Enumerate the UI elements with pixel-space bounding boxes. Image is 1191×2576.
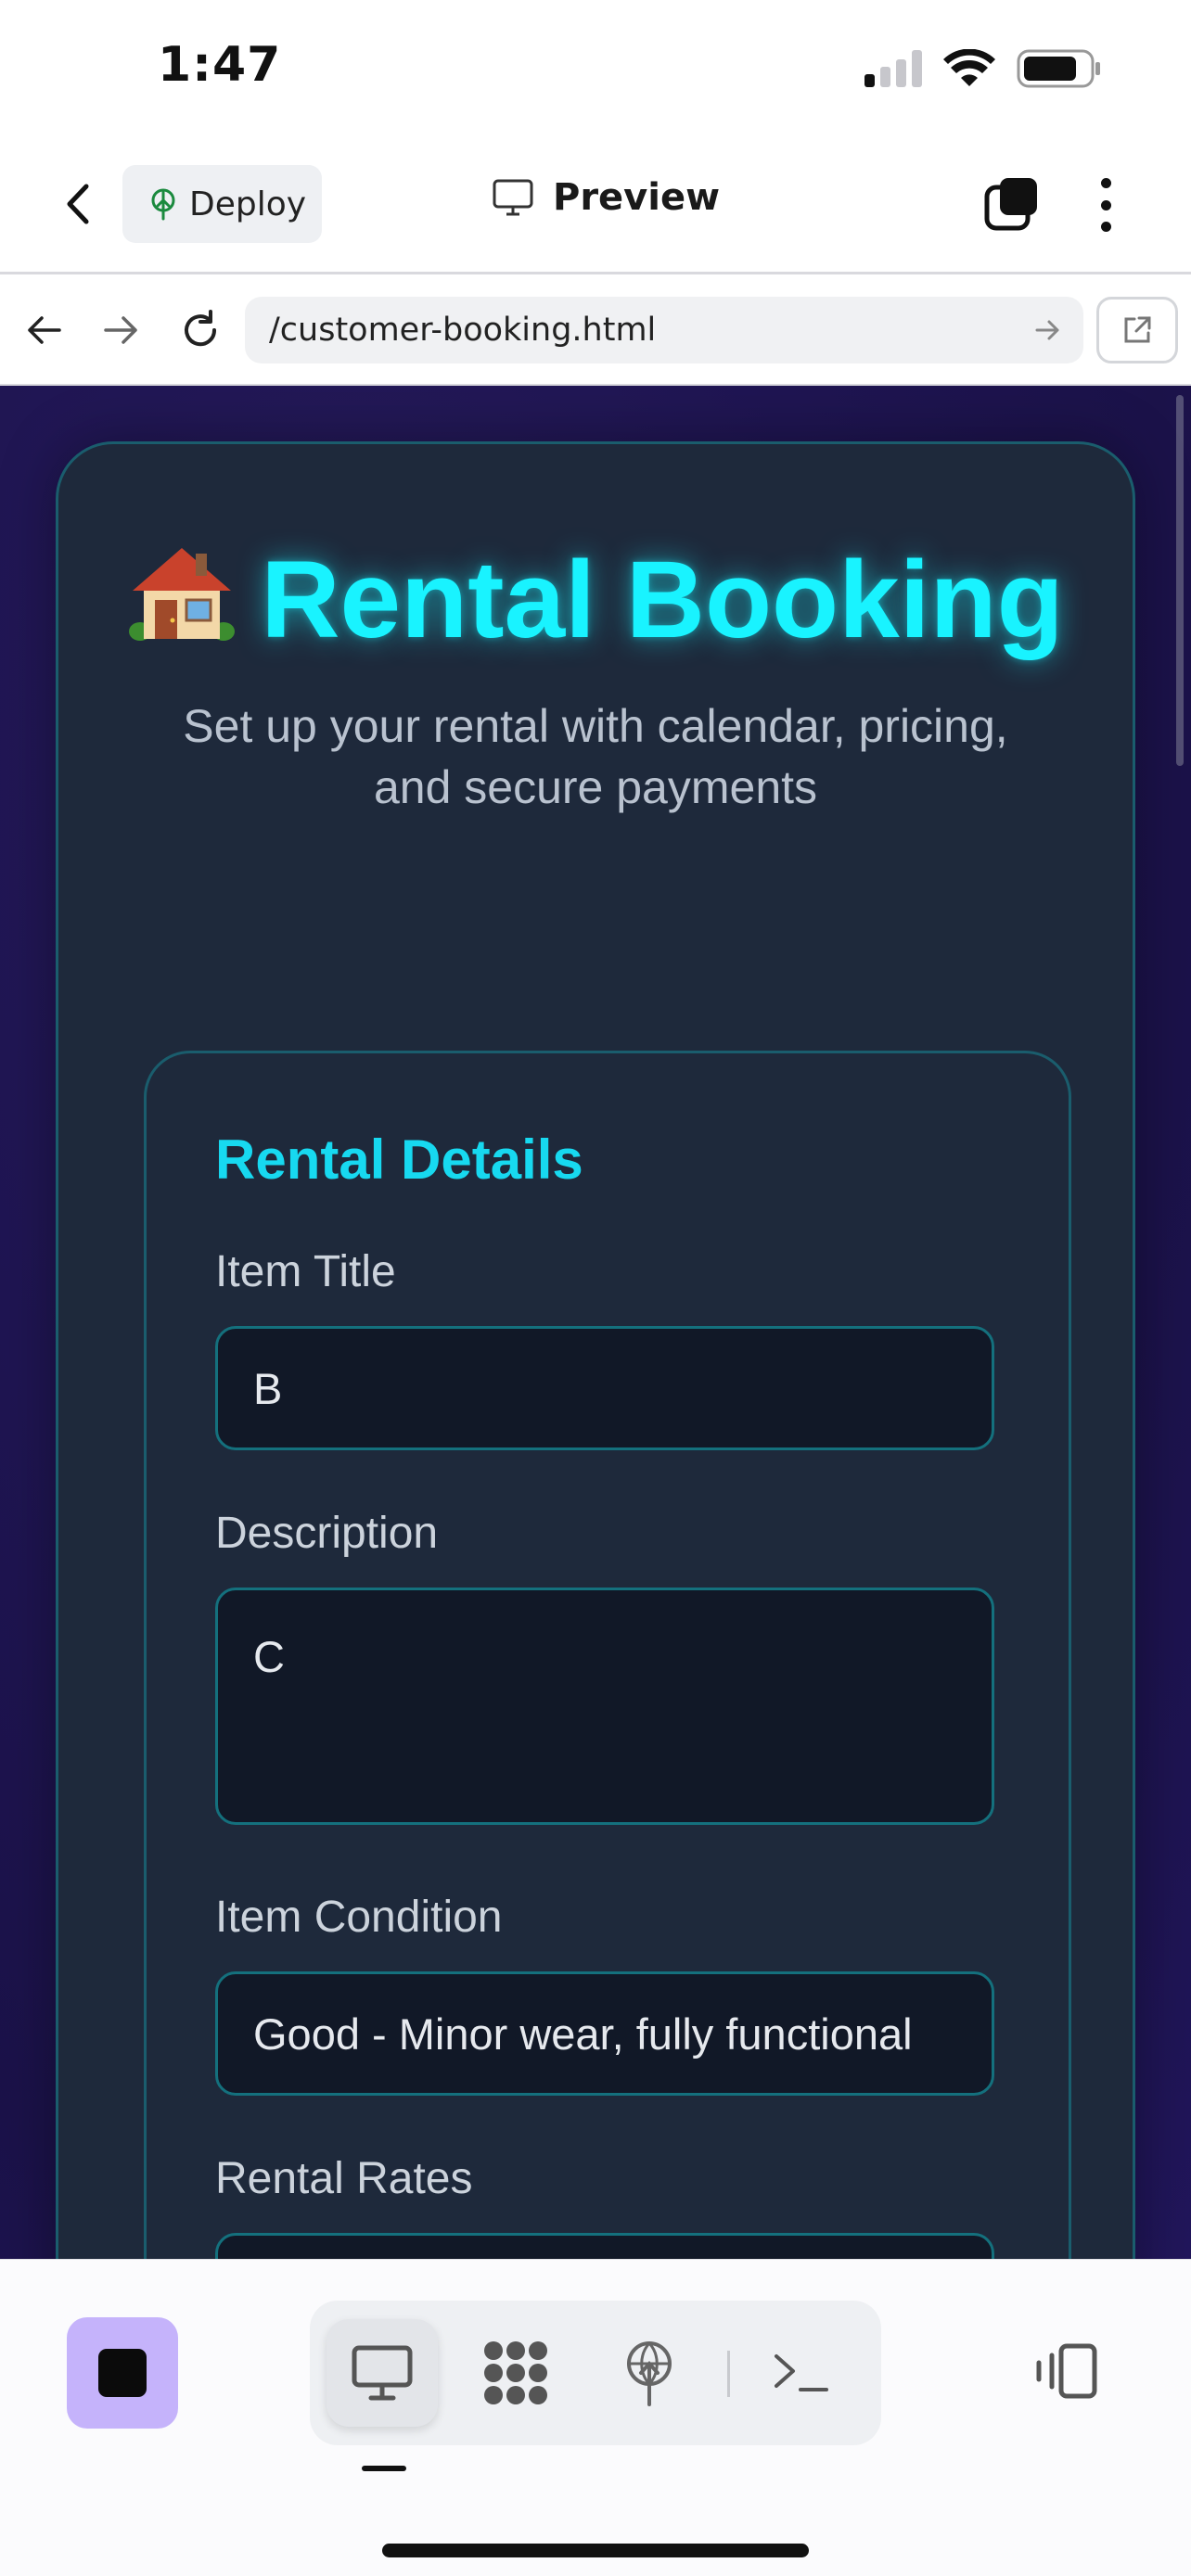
app-toolbar: Deploy Preview xyxy=(0,139,1191,274)
status-bar: 1:47 xyxy=(0,0,1191,139)
rental-rates-input[interactable] xyxy=(215,2233,994,2259)
hero-subtitle: Set up your rental with calendar, pricin… xyxy=(183,700,1008,813)
hero-title-text: Rental Booking xyxy=(261,539,1064,661)
terminal-view-button[interactable] xyxy=(746,2319,857,2427)
active-view-indicator xyxy=(362,2466,406,2471)
back-chevron-icon xyxy=(67,184,89,224)
status-icons xyxy=(864,48,1102,89)
view-switcher xyxy=(310,2301,881,2445)
web-content[interactable]: Rental Booking Set up your rental with c… xyxy=(0,386,1191,2259)
description-label: Description xyxy=(215,1509,439,1558)
tabs-icon xyxy=(984,178,1037,231)
browser-forward-button[interactable] xyxy=(93,302,148,358)
rental-rates-label: Rental Rates xyxy=(215,2154,473,2203)
desktop-icon xyxy=(352,2345,413,2401)
reload-icon xyxy=(185,310,217,347)
item-title-input[interactable]: B xyxy=(215,1326,994,1450)
wifi-icon xyxy=(943,49,995,86)
stop-icon xyxy=(98,2349,147,2397)
desktop-view-button[interactable] xyxy=(327,2319,438,2427)
item-condition-value: Good - Minor wear, fully functional xyxy=(253,2009,913,2059)
url-field[interactable]: /customer-booking.html xyxy=(245,297,1083,363)
devices-button[interactable] xyxy=(1030,2334,1104,2408)
external-link-icon xyxy=(1124,316,1151,343)
item-title-value: B xyxy=(253,1363,283,1413)
devices-icon xyxy=(1036,2343,1097,2399)
back-button[interactable] xyxy=(50,176,106,232)
deploy-icon xyxy=(151,188,175,221)
go-arrow-icon[interactable] xyxy=(1030,312,1067,349)
description-value: C xyxy=(253,1632,285,1681)
status-time: 1:47 xyxy=(158,37,282,93)
bottom-toolbar xyxy=(0,2259,1191,2576)
stop-button[interactable] xyxy=(67,2317,178,2429)
arrow-left-icon xyxy=(28,316,61,344)
deploy-antenna-icon xyxy=(627,2341,672,2406)
deploy-button[interactable]: Deploy xyxy=(122,165,322,243)
preview-title[interactable]: Preview xyxy=(492,176,720,219)
reload-button[interactable] xyxy=(173,302,228,358)
rental-details-panel: Rental Details Item Title B Description … xyxy=(144,1051,1071,2259)
more-options-button[interactable] xyxy=(1087,172,1124,237)
browser-bar: /customer-booking.html xyxy=(0,274,1191,386)
page-scrollbar[interactable] xyxy=(1176,395,1184,766)
more-vertical-icon xyxy=(1100,178,1111,188)
switcher-divider xyxy=(727,2351,730,2397)
home-indicator xyxy=(382,2544,809,2557)
battery-icon xyxy=(1017,49,1100,88)
item-condition-label: Item Condition xyxy=(215,1893,503,1942)
booking-card: Rental Booking Set up your rental with c… xyxy=(56,441,1135,2259)
description-textarea[interactable]: C xyxy=(215,1588,994,1825)
house-emoji-icon xyxy=(129,548,236,641)
preview-label: Preview xyxy=(553,176,721,219)
terminal-icon xyxy=(775,2354,828,2391)
signal-icon xyxy=(864,50,922,87)
hero: Rental Booking Set up your rental with c… xyxy=(58,532,1133,818)
open-external-button[interactable] xyxy=(1096,297,1178,363)
item-condition-select[interactable]: Good - Minor wear, fully functional xyxy=(215,1971,994,2096)
deploy-label: Deploy xyxy=(189,185,307,223)
arrow-right-icon xyxy=(104,316,137,344)
graph-icon xyxy=(484,2341,547,2404)
browser-back-button[interactable] xyxy=(17,302,72,358)
hero-title: Rental Booking xyxy=(58,532,1133,668)
item-title-label: Item Title xyxy=(215,1247,396,1296)
graph-view-button[interactable] xyxy=(460,2319,571,2427)
monitor-icon xyxy=(493,179,533,216)
section-title: Rental Details xyxy=(215,1129,583,1191)
deploy-view-button[interactable] xyxy=(594,2319,705,2427)
tabs-button[interactable] xyxy=(981,174,1041,234)
url-text: /customer-booking.html xyxy=(269,312,657,349)
